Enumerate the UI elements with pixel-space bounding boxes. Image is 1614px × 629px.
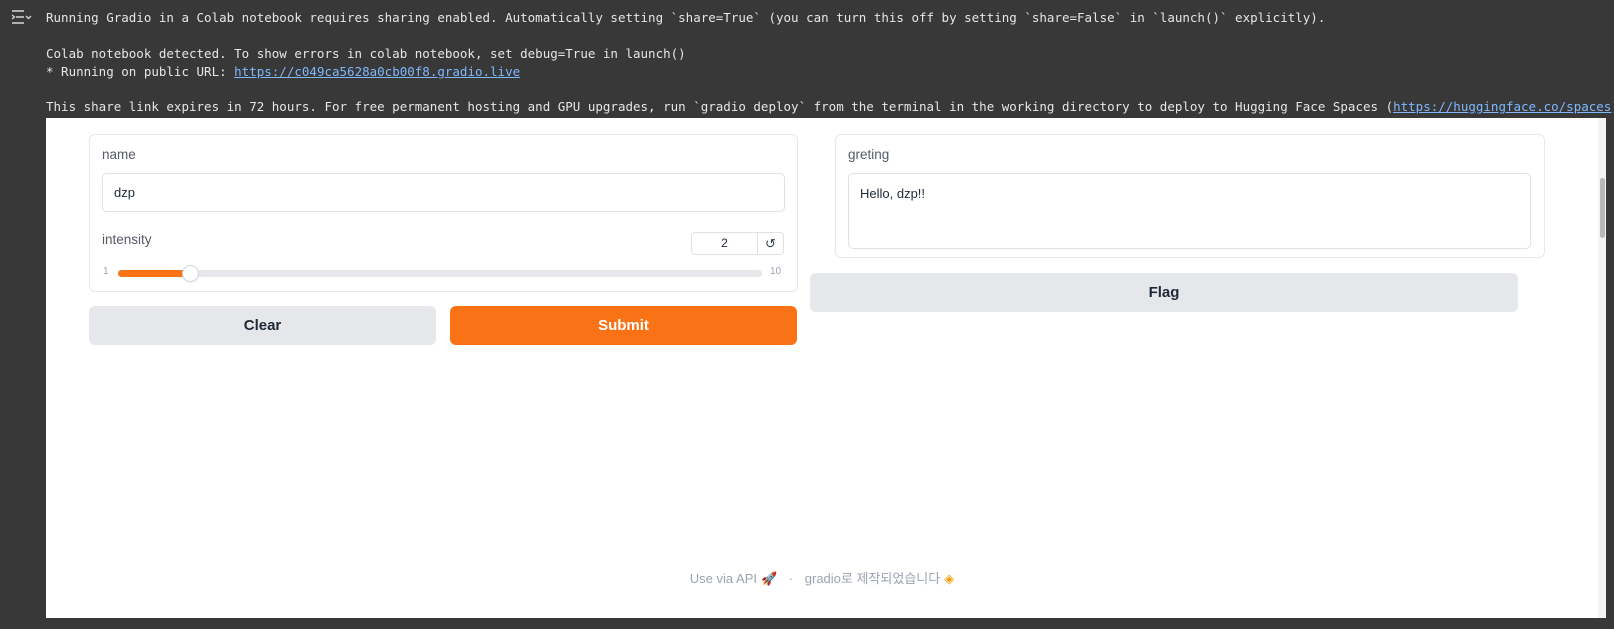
footer-separator: · <box>788 571 794 586</box>
public-url-link[interactable]: https://c049ca5628a0cb00f8.gradio.live <box>234 64 520 79</box>
clear-button[interactable]: Clear <box>89 306 436 345</box>
gradio-logo-icon: ◈ <box>944 571 955 586</box>
console-line-debug-info: Colab notebook detected. To show errors … <box>46 46 686 61</box>
share-expiry-text: This share link expires in 72 hours. For… <box>46 99 1394 114</box>
intensity-min-label: 1 <box>103 266 109 277</box>
intensity-label: intensity <box>102 232 152 247</box>
intensity-max-label: 10 <box>770 266 782 277</box>
intensity-slider[interactable] <box>118 266 762 281</box>
flag-button[interactable]: Flag <box>810 273 1518 312</box>
colab-output-cell: Running Gradio in a Colab notebook requi… <box>0 0 1614 629</box>
console-line-share-warning: Running Gradio in a Colab notebook requi… <box>46 10 1326 25</box>
console-line-public-url: * Running on public URL: https://c049ca5… <box>46 63 520 81</box>
intensity-slider-handle[interactable] <box>182 266 198 281</box>
greeting-label: greting <box>848 147 890 162</box>
submit-button[interactable]: Submit <box>450 306 797 345</box>
gradio-app-frame: name dzp intensity 2 ↺ 1 10 Clear Submit… <box>46 118 1606 618</box>
intensity-number-input[interactable]: 2 <box>691 232 758 255</box>
inputs-panel: name dzp intensity 2 ↺ 1 10 <box>89 134 798 292</box>
made-with-gradio-label: gradio로 제작되었습니다 <box>804 571 941 586</box>
use-via-api-label: Use via API <box>689 571 757 586</box>
greeting-output[interactable]: Hello, dzp!! <box>848 173 1531 249</box>
reset-icon[interactable]: ↺ <box>757 232 784 255</box>
output-toggle-icon[interactable] <box>10 8 32 28</box>
name-label: name <box>102 147 136 162</box>
gradio-footer: Use via API 🚀 · gradio로 제작되었습니다 ◈ <box>46 568 1598 587</box>
made-with-gradio-link[interactable]: gradio로 제작되었습니다 ◈ <box>805 571 954 586</box>
huggingface-spaces-link[interactable]: https://huggingface.co/spaces <box>1393 99 1611 114</box>
public-url-label: * Running on public URL: <box>46 64 235 79</box>
use-via-api-link[interactable]: Use via API 🚀 <box>690 571 777 586</box>
output-panel: greting Hello, dzp!! <box>835 134 1545 258</box>
frame-scrollbar[interactable] <box>1598 118 1606 618</box>
frame-scrollbar-thumb[interactable] <box>1600 178 1605 238</box>
intensity-slider-fill <box>118 270 190 277</box>
rocket-icon: 🚀 <box>760 571 778 586</box>
name-input[interactable]: dzp <box>102 173 785 212</box>
console-line-share-expiry: This share link expires in 72 hours. For… <box>46 98 1614 116</box>
